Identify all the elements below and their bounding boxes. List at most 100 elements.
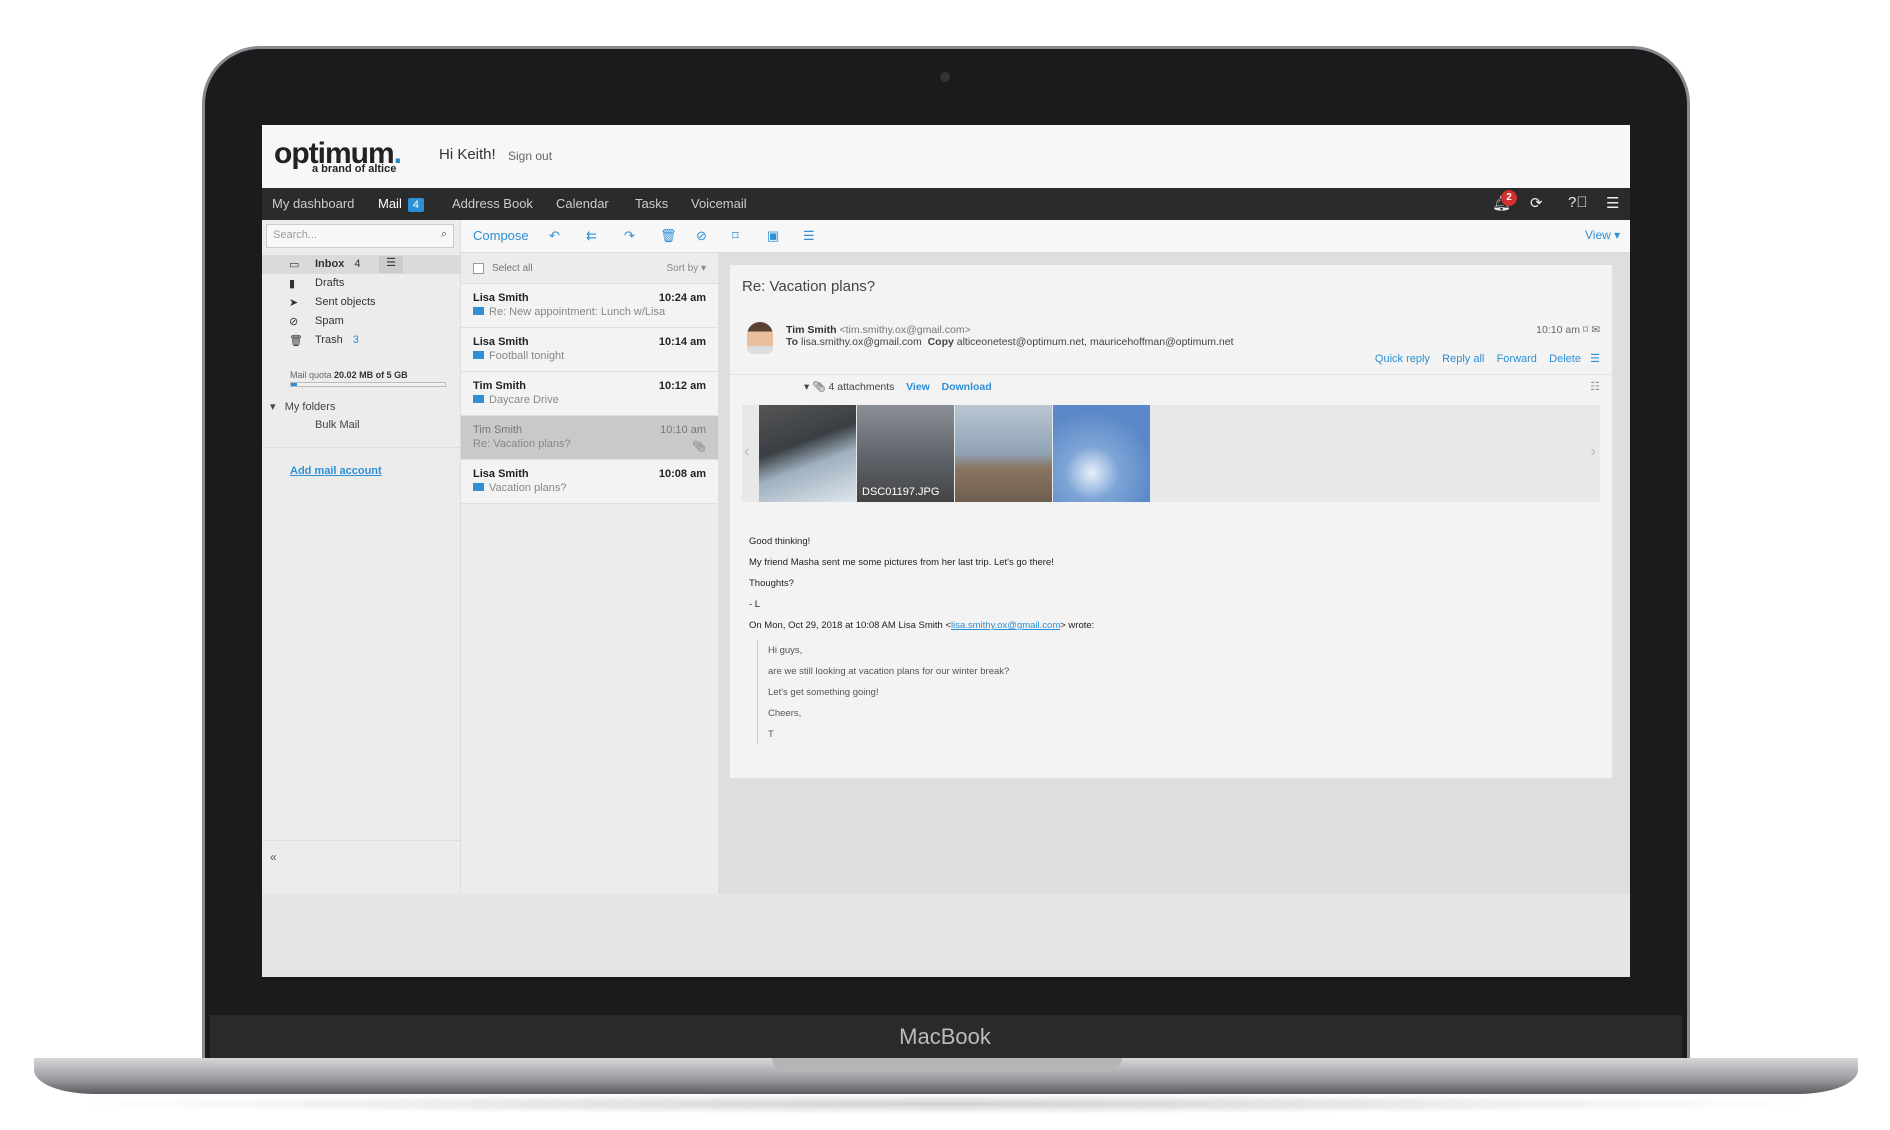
- envelope-icon: [473, 483, 484, 491]
- reply-all-button[interactable]: Reply all: [1442, 353, 1484, 365]
- add-mail-account-link[interactable]: Add mail account: [290, 465, 382, 477]
- message-subject: Re: Vacation plans?: [473, 438, 571, 450]
- refresh-icon[interactable]: ⟳: [1530, 194, 1543, 212]
- help-icon[interactable]: ?⃝: [1568, 194, 1588, 211]
- reply-icon[interactable]: ↶: [549, 228, 560, 244]
- message-card: Re: Vacation plans? Tim Smith <tim.smith…: [730, 265, 1612, 778]
- message-list: Select all Sort by ▾ Lisa Smith 10:24 am R…: [461, 253, 718, 894]
- attachments-header: ▾ 📎︎ 4 attachments View Download: [804, 381, 992, 393]
- delete-button[interactable]: Delete: [1549, 353, 1581, 365]
- message-list-item[interactable]: Lisa Smith 10:24 am Re: New appointment: L…: [461, 284, 718, 328]
- my-folders-toggle[interactable]: ▾ My folders: [270, 400, 335, 413]
- sender-line: Tim Smith <tim.smithy.ox@gmail.com>: [786, 324, 971, 336]
- message-sender: Tim Smith: [473, 380, 526, 392]
- forward-icon[interactable]: ↷: [624, 228, 635, 244]
- reading-pane: Re: Vacation plans? Tim Smith <tim.smith…: [718, 253, 1630, 894]
- menu-icon[interactable]: ☰: [1606, 194, 1619, 212]
- message-subject: Re: New appointment: Lunch w/Lisa: [473, 306, 665, 318]
- inbox-icon: ▭: [289, 259, 300, 271]
- quoted-email-link[interactable]: lisa.smithy.ox@gmail.com: [951, 620, 1060, 631]
- attachment-thumbnail[interactable]: [955, 405, 1052, 502]
- trash-icon: 🗑︎: [289, 335, 303, 347]
- message-list-item[interactable]: Tim Smith 10:10 am Re: Vacation plans? 📎︎: [461, 416, 718, 460]
- message-list-item[interactable]: Tim Smith 10:12 am Daycare Drive: [461, 372, 718, 416]
- nav-voicemail[interactable]: Voicemail: [691, 196, 747, 211]
- folder-bulk-mail[interactable]: Bulk Mail: [315, 419, 360, 431]
- sender-avatar: [747, 322, 773, 354]
- sidebar: Search... ⌕ ▭ Inbox 4 ☰ ▮ Drafts ➤ Sent object…: [262, 220, 461, 894]
- view-dropdown[interactable]: View ▾: [1585, 228, 1620, 242]
- folder-drafts[interactable]: ▮ Drafts: [262, 274, 461, 293]
- delete-icon[interactable]: 🗑︎: [660, 228, 677, 244]
- greeting: Hi Keith!: [439, 146, 496, 163]
- paperclip-icon: 📎︎: [812, 381, 826, 393]
- folder-trash[interactable]: 🗑︎ Trash 3: [262, 331, 461, 350]
- quoted-text: Hi guys, are we still looking at vacation…: [757, 640, 1009, 745]
- divider: [262, 840, 460, 841]
- message-subject: Re: Vacation plans?: [742, 278, 876, 295]
- attachment-thumbnail[interactable]: [759, 405, 856, 502]
- nav-mail[interactable]: Mail 4: [378, 196, 424, 212]
- document-icon: ▮: [289, 278, 296, 290]
- message-time: 10:12 am: [658, 380, 706, 392]
- paperclip-icon: 📎︎: [692, 441, 706, 453]
- message-list-item[interactable]: Lisa Smith 10:14 am Football tonight: [461, 328, 718, 372]
- paper-plane-icon: ➤: [289, 297, 299, 309]
- forward-button[interactable]: Forward: [1497, 353, 1537, 365]
- main-nav: My dashboard Mail 4 Address Book Calendar…: [262, 188, 1630, 220]
- carousel-prev-icon[interactable]: ‹: [744, 443, 749, 461]
- message-actions: Quick reply Reply all Forward Delete ☰: [1375, 352, 1600, 365]
- quota-bar: [290, 382, 446, 387]
- quick-reply-button[interactable]: Quick reply: [1375, 353, 1430, 365]
- attachment-thumbnail[interactable]: DSC01197.JPG: [857, 405, 954, 502]
- reply-all-icon[interactable]: ⇇: [586, 228, 597, 244]
- select-all-checkbox[interactable]: [473, 263, 484, 274]
- list-view-icon[interactable]: ☷: [1590, 380, 1600, 393]
- envelope-icon: [473, 395, 484, 403]
- nav-my-dashboard[interactable]: My dashboard: [272, 196, 354, 211]
- message-list-item[interactable]: Lisa Smith 10:08 am Vacation plans?: [461, 460, 718, 504]
- folder-sent[interactable]: ➤ Sent objects: [262, 293, 461, 312]
- spam-icon[interactable]: ⊘: [696, 228, 707, 244]
- nav-address-book[interactable]: Address Book: [452, 196, 533, 211]
- expand-icon[interactable]: ▾: [804, 381, 809, 393]
- laptop-notch: [772, 1058, 1122, 1072]
- logo-tagline: a brand of altice: [312, 163, 397, 175]
- message-subject: Daycare Drive: [473, 394, 559, 406]
- message-body: Good thinking! My friend Masha sent me so…: [749, 536, 1095, 631]
- bookmark-icon[interactable]: ⌑: [732, 228, 739, 244]
- search-input[interactable]: Search... ⌕: [266, 224, 454, 248]
- message-time: 10:14 am: [658, 336, 706, 348]
- folder-inbox[interactable]: ▭ Inbox 4 ☰: [262, 255, 461, 274]
- mail-icon[interactable]: ✉: [1591, 324, 1600, 336]
- sort-by-dropdown[interactable]: Sort by ▾: [667, 263, 707, 274]
- collapse-sidebar-button[interactable]: «: [270, 850, 277, 864]
- notification-badge: 2: [1501, 190, 1517, 206]
- camera: [940, 72, 950, 82]
- message-sender: Lisa Smith: [473, 292, 529, 304]
- list-header: Select all Sort by ▾: [461, 253, 718, 284]
- attachment-thumbnail[interactable]: [1053, 405, 1150, 502]
- screen: optimum. a brand of altice Hi Keith! Sig…: [262, 125, 1630, 977]
- compose-button[interactable]: Compose: [473, 228, 529, 243]
- carousel-next-icon[interactable]: ›: [1591, 443, 1596, 461]
- sign-out-link[interactable]: Sign out: [508, 149, 552, 163]
- download-attachments-link[interactable]: Download: [942, 381, 992, 393]
- more-icon[interactable]: ☰: [803, 228, 815, 244]
- message-time: 10:08 am: [658, 468, 706, 480]
- toolbar: Compose ↶ ⇇ ↷ 🗑︎ ⊘ ⌑ ▣ ☰ View ▾: [461, 220, 1630, 253]
- folder-menu-icon[interactable]: ☰: [379, 256, 403, 273]
- archive-icon[interactable]: ▣: [767, 228, 779, 244]
- block-icon: ⊘: [289, 316, 299, 328]
- message-subject: Football tonight: [473, 350, 564, 362]
- select-all-label[interactable]: Select all: [492, 263, 533, 274]
- view-attachments-link[interactable]: View: [906, 381, 930, 393]
- mail-quota: Mail quota 20.02 MB of 5 GB: [290, 370, 408, 380]
- message-menu-icon[interactable]: ☰: [1590, 353, 1600, 365]
- divider: [262, 447, 460, 448]
- nav-calendar[interactable]: Calendar: [556, 196, 609, 211]
- flag-icon[interactable]: ⌑: [1583, 324, 1588, 336]
- nav-tasks[interactable]: Tasks: [635, 196, 668, 211]
- recipients-line: To lisa.smithy.ox@gmail.com Copy alticeo…: [786, 336, 1234, 348]
- folder-spam[interactable]: ⊘ Spam: [262, 312, 461, 331]
